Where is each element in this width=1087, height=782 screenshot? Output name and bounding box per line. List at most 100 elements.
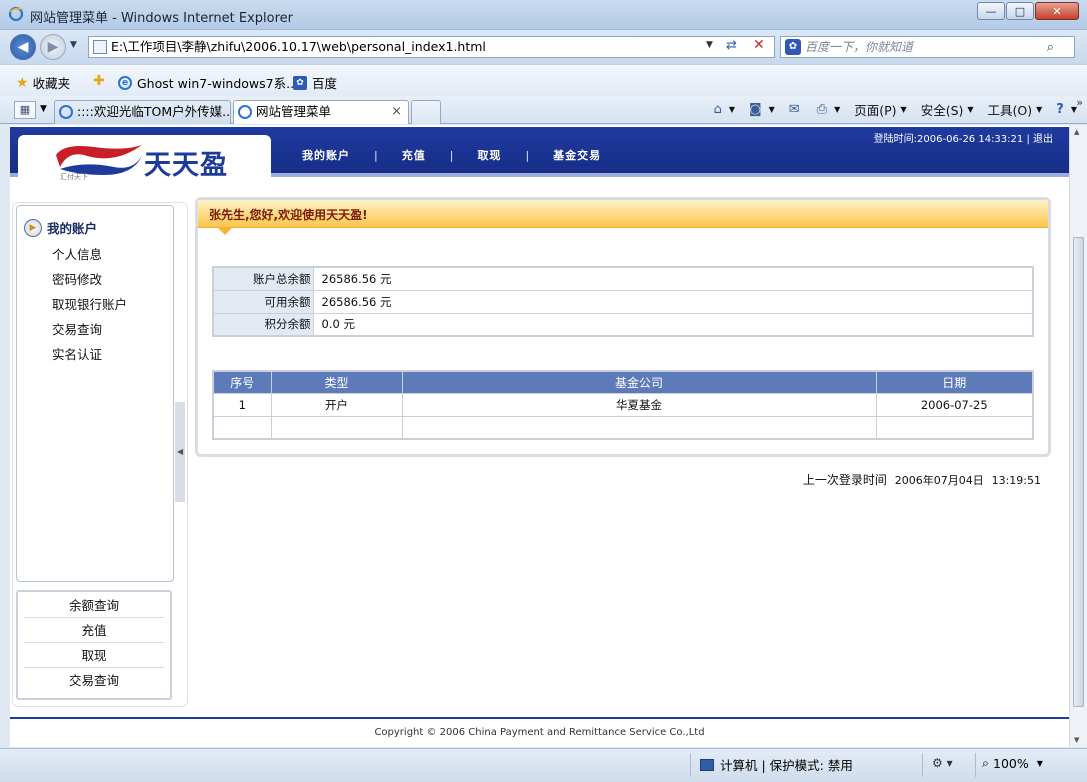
close-button[interactable]: ✕ [1035, 2, 1079, 20]
security-zone-label: 计算机 | 保护模式: 禁用 [720, 758, 853, 773]
login-time-label: 登陆时间: [873, 134, 918, 145]
recharge-button[interactable]: 充值 [24, 619, 164, 643]
chevron-more-icon[interactable]: » [1076, 96, 1083, 109]
balance-label: 账户总余额 [212, 266, 314, 291]
scroll-thumb[interactable] [1073, 237, 1084, 707]
sidebar-item-bank-account[interactable]: 取现银行账户 [52, 294, 127, 313]
login-info: 登陆时间:2006-06-26 14:33:21 | 退出 [873, 134, 1053, 145]
site-header: 汇付天下 天天盈 我的账户 | 充值 | 取现 | 基金交易 登陆时间:2006… [10, 125, 1069, 181]
page-viewport: 汇付天下 天天盈 我的账户 | 充值 | 取现 | 基金交易 登陆时间:2006… [10, 125, 1069, 747]
sidebar-item-trade-query[interactable]: 交易查询 [52, 319, 102, 338]
back-arrow-icon: ◀ [17, 39, 29, 55]
nav-fund-trade[interactable]: 基金交易 [553, 147, 601, 163]
play-icon: ▶ [24, 218, 42, 237]
greeting-text: 张先生,您好,欢迎使用天天盈! [209, 208, 368, 222]
ie-logo-icon [8, 6, 24, 22]
sidebar-item-verification[interactable]: 实名认证 [52, 344, 102, 363]
back-button[interactable]: ◀ [10, 34, 36, 60]
add-favorite-button[interactable]: ✚ [93, 73, 109, 89]
zoom-level: 100% [993, 755, 1029, 771]
trade-query-button[interactable]: 交易查询 [24, 669, 164, 693]
sidebar-splitter[interactable]: ◀ [175, 402, 185, 502]
print-button[interactable]: ⎙ ▼ [817, 102, 841, 117]
refresh-icon[interactable]: ⇄ [726, 38, 737, 53]
cell-date: 2006-07-25 [875, 392, 1034, 417]
safety-menu-label: 安全(S) [920, 103, 964, 118]
column-header: 日期 [875, 370, 1034, 394]
tab-tom[interactable]: ::::欢迎光临TOM户外传媒... [54, 100, 231, 124]
withdraw-button[interactable]: 取现 [24, 644, 164, 668]
last-login-time: 13:19:51 [991, 474, 1041, 487]
ie-page-icon [238, 105, 252, 119]
cell-company: 华夏基金 [401, 392, 877, 417]
new-tab-button[interactable] [411, 100, 441, 124]
command-bar: ⌂ ▼ ◙ ▼ ✉ ⎙ ▼ 页面(P) ▼ 安全(S) ▼ 工具(O) ▼ ? ▼ [700, 100, 1077, 119]
url-input[interactable]: E:\工作项目\李静\zhifu\2006.10.17\web\personal… [88, 36, 775, 58]
favorite-item-label: 百度 [312, 76, 338, 91]
nav-my-account[interactable]: 我的账户 [302, 147, 350, 163]
page-icon [93, 40, 107, 54]
search-icon[interactable]: ⌕ [1047, 38, 1054, 58]
baidu-paw-icon: ✿ [293, 75, 307, 90]
zoom-dropdown-icon: ▼ [1036, 758, 1043, 768]
balance-value: 26586.56 元 [312, 266, 1034, 291]
tab-label: 网站管理菜单 [256, 104, 332, 119]
history-dropdown-icon[interactable]: ▼ [70, 40, 77, 50]
nav-withdraw[interactable]: 取现 [477, 147, 501, 163]
panel-header: 张先生,您好,欢迎使用天天盈! [198, 200, 1048, 235]
sidebar-item-personal-info[interactable]: 个人信息 [52, 244, 102, 263]
tools-menu-label: 工具(O) [987, 103, 1033, 118]
zoom-icon: ⌕ [982, 755, 990, 770]
stop-icon[interactable]: ✕ [753, 37, 765, 53]
fund-table: 序号 类型 基金公司 日期 1 开户 华夏基金 2006-07-25 [212, 370, 1034, 440]
protected-mode-icon[interactable]: ⚙ ▾ [932, 756, 953, 770]
tab-site-menu[interactable]: 网站管理菜单 × [233, 100, 409, 124]
ie-page-icon: e [118, 75, 132, 90]
minimize-button[interactable]: — [977, 2, 1005, 20]
footer-divider [10, 717, 1069, 719]
logout-link[interactable]: 退出 [1033, 134, 1053, 145]
favorite-item-ghost[interactable]: e Ghost win7-windows7系... [118, 73, 298, 92]
security-zone[interactable]: 计算机 | 保护模式: 禁用 [700, 755, 853, 774]
scroll-down-icon[interactable]: ▼ [1074, 736, 1079, 744]
logo-slogan: 汇付天下 [60, 173, 88, 181]
search-placeholder: 百度一下，你就知道 [805, 40, 914, 54]
quick-tabs-icon[interactable]: ▦ [14, 101, 36, 119]
favorites-button[interactable]: ★ 收藏夹 [16, 73, 70, 92]
empty-cell [401, 415, 877, 440]
last-login-label: 上一次登录时间 [802, 473, 887, 487]
table-row-empty [212, 415, 1034, 440]
page-menu[interactable]: 页面(P) ▼ [854, 100, 906, 119]
scroll-up-icon[interactable]: ▲ [1074, 128, 1079, 136]
forward-arrow-icon: ▶ [47, 39, 59, 55]
url-dropdown-icon[interactable]: ▼ [706, 40, 713, 50]
mail-button[interactable]: ✉ [789, 102, 803, 117]
table-row: 账户总余额 26586.56 元 [212, 266, 1034, 291]
forward-button[interactable]: ▶ [40, 34, 66, 60]
tab-close-icon[interactable]: × [391, 101, 402, 123]
zoom-control[interactable]: ⌕ 100% ▼ [982, 755, 1043, 771]
favorites-bar: ★ 收藏夹 ✚ e Ghost win7-windows7系... ✿ 百度 [0, 64, 1087, 96]
baidu-paw-icon: ✿ [785, 39, 801, 55]
nav-recharge[interactable]: 充值 [402, 147, 426, 163]
balance-query-button[interactable]: 余额查询 [24, 594, 164, 618]
tab-label: ::::欢迎光临TOM户外传媒... [77, 104, 231, 119]
help-icon: ? [1056, 102, 1064, 117]
vertical-scrollbar[interactable]: ▲ ▼ [1069, 125, 1087, 747]
safety-menu[interactable]: 安全(S) ▼ [921, 100, 974, 119]
favorite-item-baidu[interactable]: ✿ 百度 [293, 73, 337, 92]
help-button[interactable]: ? ▼ [1056, 102, 1077, 117]
feeds-button[interactable]: ◙ ▼ [749, 102, 775, 117]
home-button[interactable]: ⌂ ▼ [714, 102, 735, 117]
maximize-button[interactable]: □ [1006, 2, 1034, 20]
sidebar-item-change-password[interactable]: 密码修改 [52, 269, 102, 288]
balance-table: 账户总余额 26586.56 元 可用余额 26586.56 元 积分余额 0.… [212, 266, 1034, 337]
balance-value: 26586.56 元 [312, 289, 1034, 314]
tools-menu[interactable]: 工具(O) ▼ [988, 100, 1043, 119]
search-input[interactable]: ✿ 百度一下，你就知道 ⌕ [780, 36, 1075, 58]
tab-list-dropdown-icon[interactable]: ▼ [40, 104, 47, 114]
computer-icon [700, 758, 714, 771]
window-titlebar: 网站管理菜单 - Windows Internet Explorer — □ ✕ [0, 0, 1087, 30]
sidebar-title[interactable]: ▶ 我的账户 [24, 218, 97, 237]
site-logo[interactable]: 汇付天下 天天盈 [18, 135, 271, 181]
